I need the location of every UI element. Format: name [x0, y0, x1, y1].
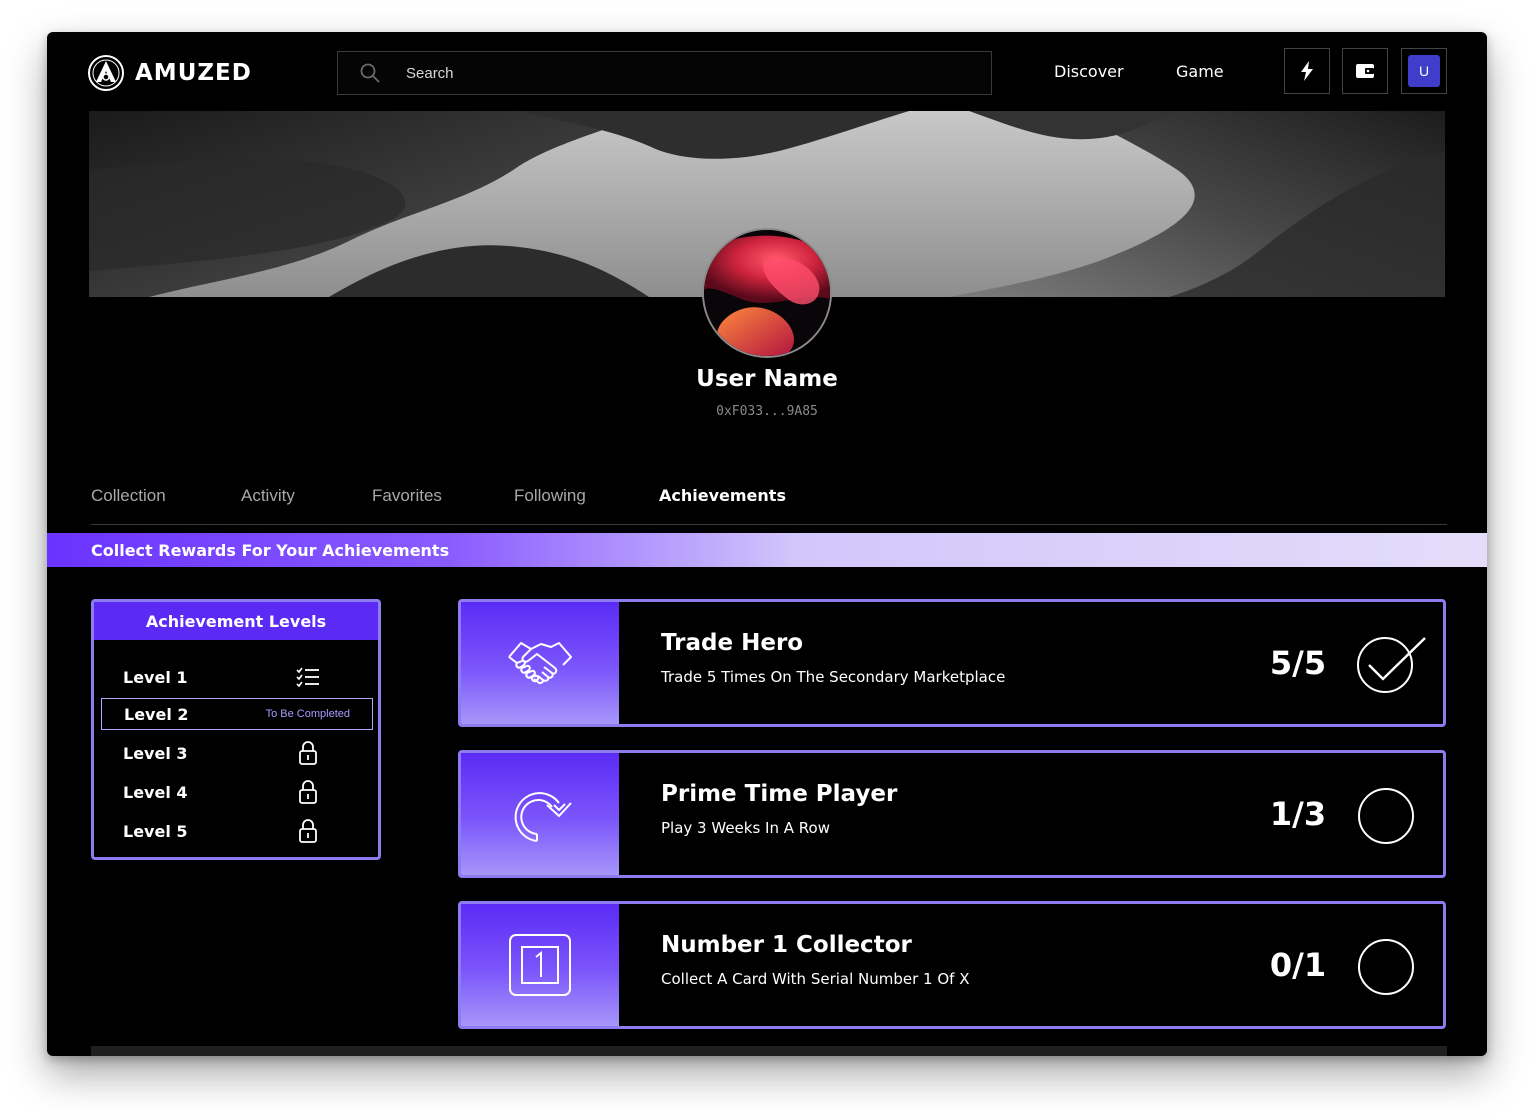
level-label: Level 5	[123, 821, 188, 841]
content-divider	[91, 1046, 1447, 1056]
level-status: To Be Completed	[265, 708, 350, 720]
tab-activity[interactable]: Activity	[241, 486, 295, 506]
level-row-1[interactable]: Level 1	[101, 661, 373, 693]
level-label: Level 2	[124, 704, 189, 724]
achievement-levels-title: Achievement Levels	[94, 602, 378, 640]
level-row-2[interactable]: Level 2 To Be Completed	[101, 698, 373, 730]
achievement-card-prime-time-player[interactable]: Prime Time Player Play 3 Weeks In A Row …	[458, 750, 1446, 878]
achievement-thumb	[461, 602, 619, 724]
incomplete-circle-icon	[1358, 939, 1414, 995]
lightning-icon	[1301, 61, 1313, 81]
checklist-icon	[295, 664, 321, 690]
achievement-description: Trade 5 Times On The Secondary Marketpla…	[661, 668, 1006, 686]
level-row-5[interactable]: Level 5	[101, 815, 373, 847]
search-icon	[360, 63, 380, 83]
abstract-avatar-image	[704, 230, 830, 356]
rewards-banner: Collect Rewards For Your Achievements	[47, 533, 1487, 567]
brand-name: AMUZED	[135, 60, 252, 86]
achievement-progress: 5/5	[1269, 644, 1327, 682]
achievement-progress: 1/3	[1269, 795, 1327, 833]
avatar: U	[1408, 55, 1440, 87]
user-menu-button[interactable]: U	[1401, 48, 1447, 94]
wallet-button[interactable]	[1342, 48, 1388, 94]
achievement-description: Play 3 Weeks In A Row	[661, 819, 830, 837]
achievement-thumb	[461, 904, 619, 1026]
achievement-title: Trade Hero	[661, 630, 804, 656]
profile-wallet-address[interactable]: 0xF033...9A85	[47, 404, 1487, 419]
level-label: Level 3	[123, 743, 188, 763]
search-bar[interactable]	[337, 51, 992, 95]
brand-logo[interactable]: AMUZED	[87, 54, 252, 92]
rewards-banner-text: Collect Rewards For Your Achievements	[91, 541, 450, 560]
lock-icon	[295, 740, 321, 766]
tab-achievements[interactable]: Achievements	[659, 486, 786, 505]
refresh-icon	[514, 792, 572, 842]
achievement-card-trade-hero[interactable]: Trade Hero Trade 5 Times On The Secondar…	[458, 599, 1446, 727]
level-label: Level 4	[123, 782, 188, 802]
profile-user-name: User Name	[696, 366, 838, 392]
tab-favorites[interactable]: Favorites	[372, 486, 442, 506]
handshake-icon	[508, 642, 572, 685]
level-label: Level 1	[123, 667, 188, 687]
tab-following[interactable]: Following	[514, 486, 586, 506]
level-row-3[interactable]: Level 3	[101, 737, 373, 769]
incomplete-circle-icon	[1358, 788, 1414, 844]
achievement-description: Collect A Card With Serial Number 1 Of X	[661, 970, 970, 988]
amuzed-logo-icon	[88, 55, 124, 91]
achievement-title: Prime Time Player	[661, 781, 898, 807]
achievement-title: Number 1 Collector	[661, 932, 912, 958]
achievement-levels-panel: Achievement Levels Level 1 Level 2 To Be…	[91, 599, 381, 860]
nav-discover[interactable]: Discover	[1054, 62, 1124, 81]
profile-avatar[interactable]	[702, 228, 832, 358]
search-input[interactable]	[406, 64, 966, 82]
number-one-card-icon	[509, 934, 571, 996]
lock-icon	[295, 779, 321, 805]
wallet-icon	[1356, 64, 1374, 78]
activity-button[interactable]	[1284, 48, 1330, 94]
achievement-progress: 0/1	[1269, 946, 1327, 984]
achievement-card-number-1-collector[interactable]: Number 1 Collector Collect A Card With S…	[458, 901, 1446, 1029]
completed-check-icon	[1357, 637, 1426, 693]
level-row-4[interactable]: Level 4	[101, 776, 373, 808]
app-window: AMUZED Discover Game U	[47, 32, 1487, 1056]
lock-icon	[295, 818, 321, 844]
achievement-thumb	[461, 753, 619, 875]
nav-game[interactable]: Game	[1176, 62, 1224, 81]
profile-tabs: Collection Activity Favorites Following …	[91, 486, 1447, 525]
tab-collection[interactable]: Collection	[91, 486, 166, 506]
